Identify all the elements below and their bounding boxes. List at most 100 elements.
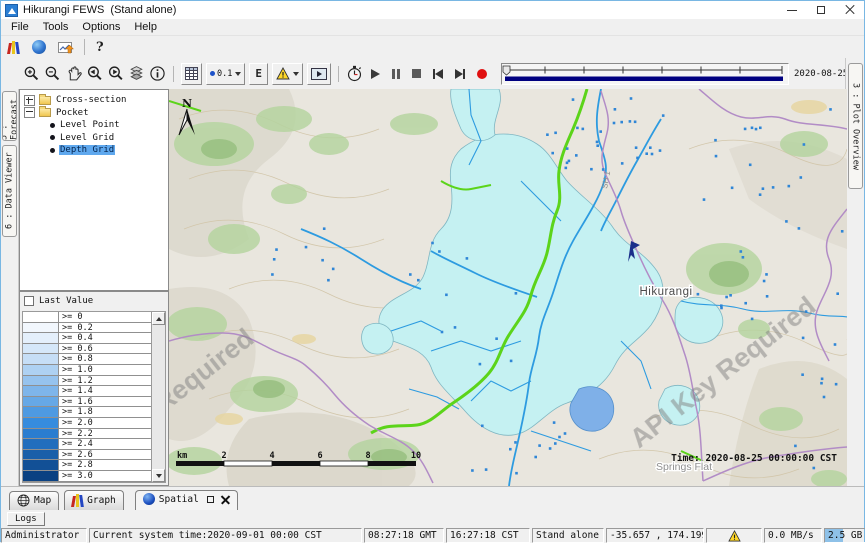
minimize-icon [787,10,797,11]
warning-icon [728,530,741,542]
tab-forecast[interactable]: 5 : Forecast [2,91,17,141]
record-icon [477,69,487,79]
legend-label: >= 0.2 [59,323,151,333]
legend-swatch [23,354,59,364]
animation-movie-button[interactable] [307,63,331,85]
export-timeseries-icon[interactable] [58,40,74,54]
tab-map[interactable]: Map [9,491,59,510]
app-window: Hikurangi FEWS (Stand alone) File Tools … [0,0,865,542]
tree-item-pocket[interactable]: Pocket [20,107,168,120]
class-interval-dropdown[interactable]: 0.1 [206,63,245,85]
legend-row: >= 1.0 [23,365,151,376]
step-forward-triangle [455,69,463,79]
legend-row: >= 1.8 [23,407,151,418]
pan-hand-icon[interactable] [65,65,82,82]
scroll-up-button[interactable] [152,312,165,325]
time-slider-thumb[interactable] [503,66,510,75]
grid-display-button[interactable] [181,63,202,85]
map-canvas[interactable]: API Key Required API Key Required SH 1 H… [169,89,847,486]
legend-label: >= 0.4 [59,333,151,343]
minimize-button[interactable] [777,1,806,19]
warning-threshold-dropdown[interactable] [272,63,303,85]
bottom-tab-bar: Map Graph Spatial [1,486,864,510]
tree-item-depth-grid[interactable]: Depth Grid [20,144,168,157]
tab-spatial-label: Spatial [159,494,199,505]
stop-button[interactable] [412,69,421,78]
time-slider[interactable] [501,63,789,85]
zoom-previous-icon[interactable] [86,65,103,82]
right-panel-strip: 3 : Plot Overview [845,58,864,486]
last-value-checkbox[interactable] [24,296,34,306]
zoom-out-icon[interactable] [44,65,61,82]
legend-label: >= 0.8 [59,354,151,364]
status-transfer-rate: 0.0 MB/s [764,528,822,543]
labels-toggle-button[interactable]: E [249,63,268,85]
database-icon[interactable] [8,40,19,54]
status-gmt-time: 08:27:18 GMT [364,528,444,543]
animation-timer-icon[interactable] [346,65,363,82]
legend-row: >= 1.2 [23,376,151,387]
legend-row: >= 2.2 [23,429,151,440]
close-button[interactable] [835,1,864,19]
main-toolbar: ? [1,36,864,58]
tree-item-label: Cross-section [55,95,127,105]
tree-item-cross-section[interactable]: Cross-section [20,94,168,107]
spatial-sphere-icon [143,493,155,505]
globe-map-icon[interactable] [32,40,46,54]
memory-text: 2.5 GB [828,530,862,541]
legend-swatch [23,344,59,354]
legend-swatch [23,312,59,322]
legend-row: >= 0.2 [23,323,151,334]
legend-swatch [23,439,59,449]
leaf-bullet-icon [50,135,55,140]
menu-help[interactable]: Help [127,20,164,34]
maximize-button[interactable] [806,1,835,19]
status-user: Administrator [1,528,87,543]
legend-rows: >= 0 >= 0.2 >= 0.4 >= 0.6 >= 0.8 >= 1.0 … [23,312,151,483]
tab-maximize-icon[interactable] [207,496,214,503]
expand-icon[interactable] [24,95,35,106]
legend-row: >= 3.2 [23,482,151,484]
toolbar-separator [84,39,85,55]
north-label: N [182,97,192,110]
play-button[interactable] [371,69,380,79]
zoom-in-icon[interactable] [23,65,40,82]
collapse-icon[interactable] [24,107,35,118]
legend-label: >= 2.4 [59,439,151,449]
tab-close-icon[interactable] [221,495,230,504]
logs-button[interactable]: Logs [7,512,45,526]
record-button[interactable] [477,69,487,79]
legend-label: >= 1.6 [59,397,151,407]
status-warning-cell[interactable] [706,528,762,543]
tab-spatial[interactable]: Spatial [135,490,238,510]
help-button[interactable]: ? [96,40,104,55]
scale-tick: 4 [269,451,274,461]
map-toolbar: 0.1 E [1,58,845,89]
tab-plot-overview[interactable]: 3 : Plot Overview [848,63,863,189]
tree-item-level-grid[interactable]: Level Grid [20,132,168,145]
legend-label: >= 1.8 [59,407,151,417]
layers-icon[interactable] [128,65,145,82]
pause-button[interactable] [392,69,400,79]
step-forward-button[interactable] [455,69,465,79]
menu-file[interactable]: File [4,20,36,34]
info-icon[interactable] [149,65,166,82]
map-viewport: API Key Required API Key Required SH 1 H… [169,89,847,486]
title-bar: Hikurangi FEWS (Stand alone) [1,1,864,19]
step-back-button[interactable] [433,69,443,79]
legend-swatch [23,482,59,484]
tab-graph[interactable]: Graph [64,490,124,510]
status-bar: Administrator Current system time:2020-0… [1,528,864,543]
tree-item-label-selected: Depth Grid [59,145,115,155]
tab-data-viewer[interactable]: 6 : Data Viewer [2,145,17,237]
legend-scrollbar[interactable] [151,312,165,482]
menu-tools[interactable]: Tools [36,20,76,34]
menu-options[interactable]: Options [75,20,127,34]
window-controls [777,1,864,19]
graph-bars-icon [72,493,83,507]
scroll-down-button[interactable] [152,469,165,482]
tree-item-level-point[interactable]: Level Point [20,119,168,132]
status-mode: Stand alone [532,528,604,543]
legend-row: >= 0 [23,312,151,323]
zoom-next-icon[interactable] [107,65,124,82]
